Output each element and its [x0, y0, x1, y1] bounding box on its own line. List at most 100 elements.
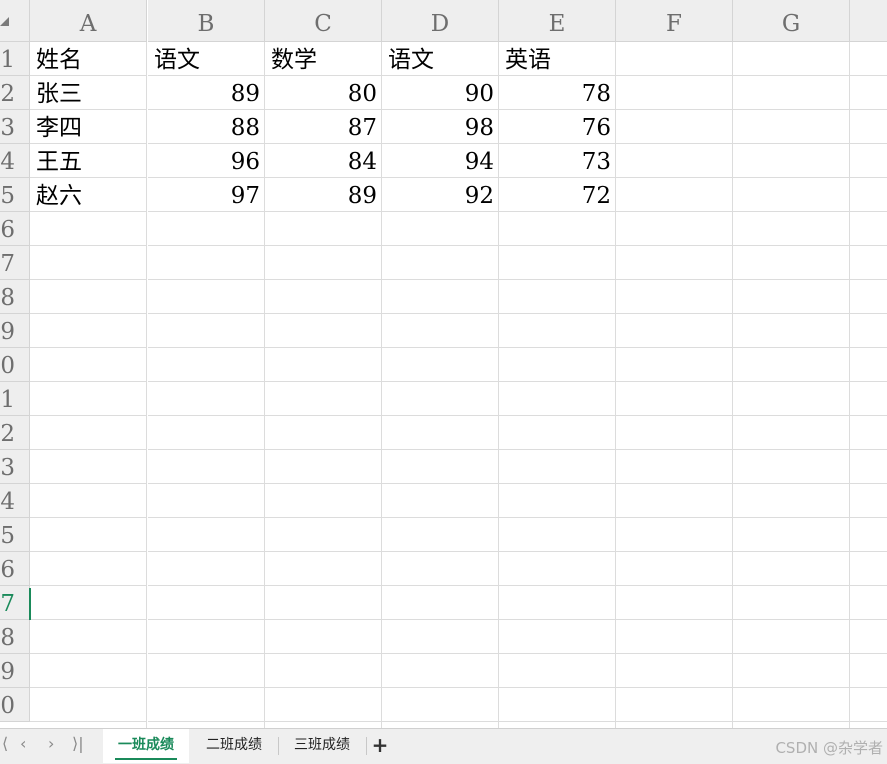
prev-sheet-icon[interactable]: ‹ — [20, 729, 26, 763]
cell-e2[interactable]: 78 — [499, 76, 616, 110]
cell-f10[interactable] — [616, 348, 733, 382]
cell-d7[interactable] — [382, 246, 499, 280]
cell-g18[interactable] — [733, 620, 850, 654]
row-header-10[interactable]: 10 — [0, 348, 30, 382]
column-header-g[interactable]: G — [733, 0, 850, 42]
cell-h4[interactable] — [850, 144, 887, 178]
column-header-partial[interactable] — [850, 0, 887, 42]
cell-b4[interactable]: 96 — [148, 144, 265, 178]
row-header-20[interactable]: 20 — [0, 688, 30, 722]
cell-g12[interactable] — [733, 416, 850, 450]
cell-a20[interactable] — [30, 688, 147, 722]
row-header-14[interactable]: 14 — [0, 484, 30, 518]
cell-b3[interactable]: 88 — [148, 110, 265, 144]
cell-b14[interactable] — [148, 484, 265, 518]
row-header-15[interactable]: 15 — [0, 518, 30, 552]
cell-f7[interactable] — [616, 246, 733, 280]
cell-a6[interactable] — [30, 212, 147, 246]
cell-h1[interactable] — [850, 42, 887, 76]
cell-h19[interactable] — [850, 654, 887, 688]
cell-a9[interactable] — [30, 314, 147, 348]
cell-h11[interactable] — [850, 382, 887, 416]
cell-d4[interactable]: 94 — [382, 144, 499, 178]
cell-e7[interactable] — [499, 246, 616, 280]
cell-h3[interactable] — [850, 110, 887, 144]
cell-h12[interactable] — [850, 416, 887, 450]
cell-b20[interactable] — [148, 688, 265, 722]
cell-h15[interactable] — [850, 518, 887, 552]
column-header-a[interactable]: A — [30, 0, 147, 42]
cell-h14[interactable] — [850, 484, 887, 518]
cell-h20[interactable] — [850, 688, 887, 722]
cell-d5[interactable]: 92 — [382, 178, 499, 212]
cell-d6[interactable] — [382, 212, 499, 246]
cell-a2[interactable]: 张三 — [30, 76, 147, 110]
cell-a17[interactable] — [30, 586, 147, 620]
cell-d16[interactable] — [382, 552, 499, 586]
cell-c15[interactable] — [265, 518, 382, 552]
cell-e3[interactable]: 76 — [499, 110, 616, 144]
cell-g7[interactable] — [733, 246, 850, 280]
cell-h5[interactable] — [850, 178, 887, 212]
cell-e15[interactable] — [499, 518, 616, 552]
cell-b6[interactable] — [148, 212, 265, 246]
cell-c20[interactable] — [265, 688, 382, 722]
cell-b2[interactable]: 89 — [148, 76, 265, 110]
cell-a10[interactable] — [30, 348, 147, 382]
cell-f13[interactable] — [616, 450, 733, 484]
cell-c6[interactable] — [265, 212, 382, 246]
cell-f19[interactable] — [616, 654, 733, 688]
row-header-7[interactable]: 7 — [0, 246, 30, 280]
cell-f18[interactable] — [616, 620, 733, 654]
cell-e5[interactable]: 72 — [499, 178, 616, 212]
cell-h9[interactable] — [850, 314, 887, 348]
cell-f9[interactable] — [616, 314, 733, 348]
cell-c12[interactable] — [265, 416, 382, 450]
cell-g8[interactable] — [733, 280, 850, 314]
cell-g14[interactable] — [733, 484, 850, 518]
cell-e8[interactable] — [499, 280, 616, 314]
row-header-16[interactable]: 16 — [0, 552, 30, 586]
cell-h10[interactable] — [850, 348, 887, 382]
cell-c4[interactable]: 84 — [265, 144, 382, 178]
row-header-1[interactable]: 1 — [0, 42, 30, 76]
row-header-12[interactable]: 12 — [0, 416, 30, 450]
row-header-8[interactable]: 8 — [0, 280, 30, 314]
next-sheet-icon[interactable]: › — [48, 729, 54, 763]
cell-f14[interactable] — [616, 484, 733, 518]
column-header-d[interactable]: D — [382, 0, 499, 42]
cell-h8[interactable] — [850, 280, 887, 314]
cell-h17[interactable] — [850, 586, 887, 620]
cell-d1[interactable]: 语文 — [382, 42, 499, 76]
row-header-6[interactable]: 6 — [0, 212, 30, 246]
cell-e16[interactable] — [499, 552, 616, 586]
cell-c17[interactable] — [265, 586, 382, 620]
cell-b9[interactable] — [148, 314, 265, 348]
row-header-3[interactable]: 3 — [0, 110, 30, 144]
row-header-13[interactable]: 13 — [0, 450, 30, 484]
cell-g4[interactable] — [733, 144, 850, 178]
cell-c7[interactable] — [265, 246, 382, 280]
cell-a1[interactable]: 姓名 — [30, 42, 147, 76]
cell-g16[interactable] — [733, 552, 850, 586]
cell-g2[interactable] — [733, 76, 850, 110]
cell-b16[interactable] — [148, 552, 265, 586]
cell-f12[interactable] — [616, 416, 733, 450]
cell-g19[interactable] — [733, 654, 850, 688]
row-header-19[interactable]: 19 — [0, 654, 30, 688]
cell-d3[interactable]: 98 — [382, 110, 499, 144]
cell-b11[interactable] — [148, 382, 265, 416]
cell-c11[interactable] — [265, 382, 382, 416]
cell-a8[interactable] — [30, 280, 147, 314]
cell-e13[interactable] — [499, 450, 616, 484]
cell-b1[interactable]: 语文 — [148, 42, 265, 76]
cell-d17[interactable] — [382, 586, 499, 620]
cell-a12[interactable] — [30, 416, 147, 450]
cell-f2[interactable] — [616, 76, 733, 110]
row-header-2[interactable]: 2 — [0, 76, 30, 110]
first-sheet-icon[interactable]: ⟨ — [2, 729, 8, 763]
sheet-tab-2[interactable]: 二班成绩 — [190, 729, 278, 763]
cell-f15[interactable] — [616, 518, 733, 552]
cell-f4[interactable] — [616, 144, 733, 178]
cell-e19[interactable] — [499, 654, 616, 688]
